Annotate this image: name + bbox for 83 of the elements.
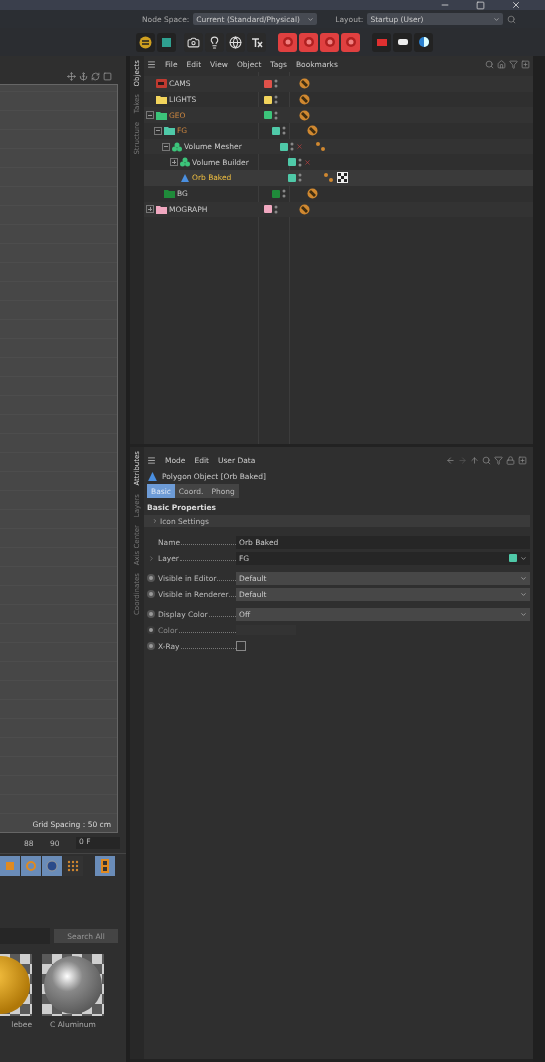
layer-color-swatch[interactable] — [264, 79, 272, 88]
phong-tag-icon[interactable] — [299, 78, 310, 90]
color-swatch — [236, 625, 296, 635]
dots-tag-icon[interactable] — [323, 172, 334, 184]
screen-icon[interactable] — [393, 32, 412, 52]
menu-icon[interactable] — [147, 455, 156, 465]
chevron-down-icon — [493, 15, 501, 23]
phong-tag-icon[interactable] — [307, 125, 318, 137]
collapse-toggle[interactable] — [146, 111, 154, 120]
layout-icon[interactable] — [103, 71, 112, 81]
folder-icon — [156, 95, 167, 105]
filter-icon[interactable] — [494, 455, 503, 465]
phong-tag-icon[interactable] — [299, 109, 310, 121]
visibility-dots-icon[interactable] — [274, 79, 278, 89]
polygon-object-icon — [180, 172, 190, 183]
camera-folder-icon — [156, 79, 167, 89]
phong-tag-icon[interactable] — [299, 94, 310, 106]
layer-color-swatch[interactable] — [280, 142, 288, 151]
chevron-down-icon — [520, 554, 527, 562]
caret-icon — [152, 518, 158, 524]
phong-tag-icon[interactable] — [299, 203, 310, 215]
render-light-icon[interactable] — [278, 32, 297, 52]
camera-icon[interactable] — [184, 32, 203, 52]
film-strip-icon[interactable] — [95, 856, 115, 876]
layer-color-swatch[interactable] — [264, 205, 272, 214]
move-icon[interactable] — [67, 71, 76, 81]
folder-icon — [164, 189, 175, 199]
light-bulb-icon[interactable] — [205, 32, 224, 52]
folder-icon — [156, 204, 167, 214]
new-window-icon[interactable] — [521, 59, 530, 69]
new-window-icon[interactable] — [518, 455, 527, 465]
chip-icon[interactable] — [157, 32, 176, 52]
anchor-icon[interactable] — [79, 71, 88, 81]
folder-icon — [156, 110, 167, 120]
lock-icon[interactable] — [506, 455, 515, 465]
arrows-toggle-icon[interactable] — [136, 32, 155, 52]
layer-color-swatch[interactable] — [264, 111, 272, 120]
texture-icon[interactable] — [247, 32, 266, 52]
up-arrow-icon[interactable] — [470, 455, 479, 465]
collapse-toggle[interactable] — [154, 126, 162, 135]
render-light-icon[interactable] — [299, 32, 318, 52]
search-icon[interactable] — [485, 59, 494, 69]
chevron-down-icon — [520, 610, 527, 618]
menu-icon[interactable] — [147, 59, 156, 69]
search-icon[interactable] — [482, 455, 491, 465]
layer-color-swatch[interactable] — [272, 126, 280, 135]
polygon-object-icon — [147, 470, 158, 482]
visibility-dots-icon[interactable] — [274, 204, 278, 214]
expand-toggle[interactable] — [170, 158, 178, 167]
visibility-dots-icon[interactable] — [298, 157, 302, 167]
home-icon[interactable] — [497, 59, 506, 69]
visibility-dots-icon[interactable] — [282, 189, 286, 199]
phong-tag-icon[interactable] — [307, 188, 318, 200]
volume-icon — [172, 141, 182, 152]
visibility-dots-icon[interactable] — [274, 95, 278, 105]
search-icon[interactable] — [507, 14, 517, 24]
collapse-toggle[interactable] — [162, 142, 170, 151]
globe-icon[interactable] — [226, 32, 245, 52]
back-arrow-icon[interactable] — [446, 455, 455, 465]
visibility-dots-icon[interactable] — [282, 126, 286, 136]
material-preview[interactable] — [42, 954, 104, 1016]
record-camera-icon[interactable] — [372, 32, 391, 52]
chevron-down-icon — [307, 15, 315, 23]
volume-icon — [180, 157, 190, 168]
layer-color-swatch[interactable] — [272, 189, 280, 198]
folder-icon — [164, 126, 175, 136]
dots-tag-icon[interactable] — [315, 141, 326, 153]
close-icon[interactable] — [511, 0, 521, 10]
checkbox[interactable] — [236, 641, 246, 651]
visibility-dots-icon[interactable] — [290, 142, 294, 152]
visibility-dots-icon[interactable] — [274, 110, 278, 120]
visibility-dots-icon[interactable] — [298, 173, 302, 183]
refresh-icon[interactable] — [91, 71, 100, 81]
maximize-icon[interactable] — [476, 1, 485, 10]
render-light-icon[interactable] — [341, 32, 360, 52]
filter-icon[interactable] — [509, 59, 518, 69]
layer-color-swatch[interactable] — [264, 95, 272, 104]
checker-tag-icon[interactable] — [337, 172, 348, 184]
dot-grid-icon[interactable] — [63, 856, 83, 876]
render-light-icon[interactable] — [320, 32, 339, 52]
expand-toggle[interactable] — [146, 205, 154, 214]
layer-color-swatch[interactable] — [288, 158, 296, 167]
layer-color-swatch[interactable] — [288, 173, 296, 182]
